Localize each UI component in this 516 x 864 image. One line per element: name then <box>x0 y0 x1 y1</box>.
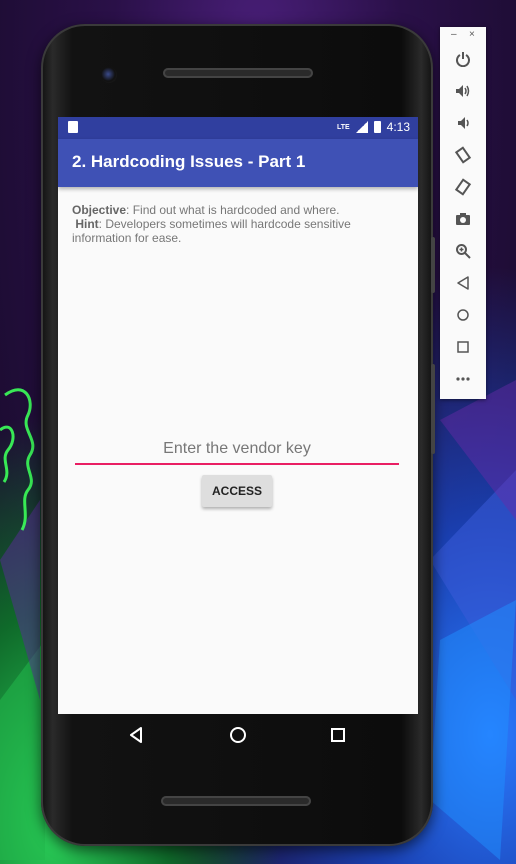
back-button[interactable] <box>121 722 151 748</box>
home-icon <box>230 727 246 743</box>
status-bar: LTE 4:13 <box>58 117 418 139</box>
home-button[interactable] <box>223 722 253 748</box>
access-button[interactable]: ACCESS <box>202 475 272 507</box>
hint-text: : Developers sometimes will hardcode sen… <box>72 217 351 245</box>
volume-down-icon <box>458 117 469 129</box>
home-icon <box>457 309 469 321</box>
app-screen: LTE 4:13 2. Hardcoding Issues - Part 1 O… <box>58 117 418 714</box>
page-title: 2. Hardcoding Issues - Part 1 <box>72 152 306 171</box>
back-icon <box>457 276 469 290</box>
sd-card-icon <box>68 121 78 133</box>
description-text: Objective: Find out what is hardcoded an… <box>72 203 402 245</box>
back-icon <box>130 727 142 743</box>
more-button[interactable] <box>451 367 475 391</box>
emu-back-button[interactable] <box>451 271 475 295</box>
signal-icon <box>355 121 368 133</box>
recents-button[interactable] <box>323 722 353 748</box>
volume-up-button[interactable] <box>451 79 475 103</box>
recents-icon <box>331 728 345 742</box>
app-bar: 2. Hardcoding Issues - Part 1 <box>58 139 418 187</box>
rotate-left-button[interactable] <box>451 143 475 167</box>
status-time: 4:13 <box>386 120 410 134</box>
screenshot-button[interactable] <box>451 207 475 231</box>
zoom-icon <box>456 244 471 259</box>
navigation-bar <box>58 714 418 756</box>
volume-down-button[interactable] <box>451 111 475 135</box>
razer-logo <box>0 388 35 531</box>
camera-icon <box>456 213 470 225</box>
objective-label: Objective <box>72 203 127 217</box>
vendor-key-input[interactable] <box>75 435 399 465</box>
close-button[interactable]: × <box>469 29 475 40</box>
power-button[interactable] <box>451 47 475 71</box>
minimize-button[interactable]: – <box>451 29 457 40</box>
rotate-right-icon <box>454 178 472 196</box>
emu-home-button[interactable] <box>451 303 475 327</box>
rotate-left-icon <box>454 146 472 164</box>
emulator-toolbar: – × <box>440 27 486 399</box>
power-icon <box>456 52 470 67</box>
objective-text: : Find out what is hardcoded and where. <box>126 203 340 217</box>
top-speaker <box>163 68 313 78</box>
volume-up-icon <box>456 85 470 97</box>
hint-label: Hint <box>75 217 99 231</box>
rotate-right-button[interactable] <box>451 175 475 199</box>
emu-overview-button[interactable] <box>451 335 475 359</box>
lte-label: LTE <box>336 123 350 131</box>
overview-icon <box>457 341 469 353</box>
front-camera <box>101 67 117 83</box>
zoom-button[interactable] <box>451 239 475 263</box>
more-icon <box>456 377 470 381</box>
battery-icon <box>373 121 381 133</box>
bottom-speaker <box>161 796 311 806</box>
